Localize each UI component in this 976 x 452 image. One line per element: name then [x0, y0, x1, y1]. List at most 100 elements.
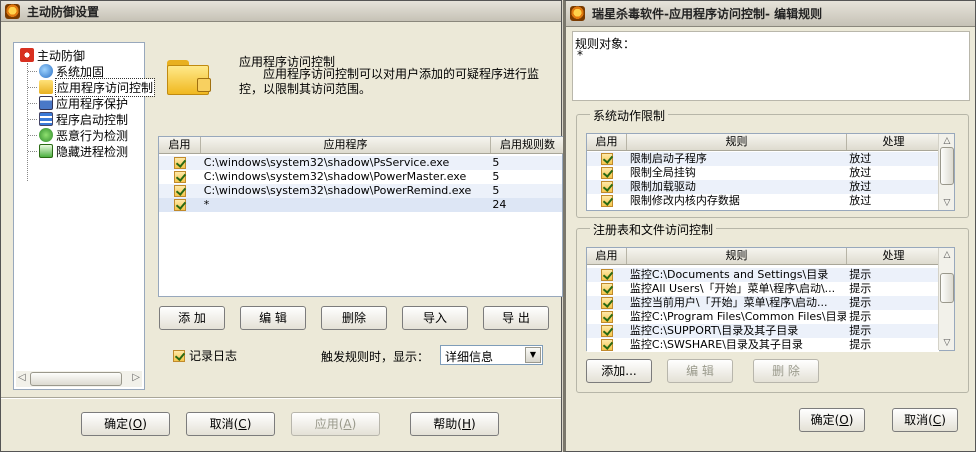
tree-item-startup-control[interactable]: 程序启动控制	[28, 111, 128, 127]
checkbox-checked-icon[interactable]	[600, 283, 613, 295]
add-button[interactable]: 添 加	[159, 306, 225, 330]
scroll-up-arrow-icon[interactable]: △	[939, 135, 955, 147]
system-table-scrollbar[interactable]: △ ▽	[938, 134, 954, 210]
enable-cell[interactable]	[587, 338, 627, 352]
enable-cell[interactable]	[587, 152, 627, 166]
column-header-action[interactable]: 处理	[847, 134, 940, 150]
table-row[interactable]: C:\windows\system32\shadow\PowerRemind.e…	[159, 184, 562, 198]
tree-root[interactable]: 主动防御	[20, 47, 85, 63]
column-header-rule[interactable]: 规则	[627, 248, 847, 264]
tree-item-app-access-control[interactable]: 应用程序访问控制	[28, 77, 156, 97]
title-bar: 主动防御设置	[1, 1, 561, 22]
settings-tree[interactable]: 主动防御 系统加固 应用程序访问控制 应用程序保护 程序启动控制 恶意行为检测	[13, 42, 156, 390]
column-header-application[interactable]: 应用程序	[201, 137, 491, 153]
table-row[interactable]: 限制修改内核内存数据 放过	[587, 194, 939, 208]
rule-object-box[interactable]: 规则对象： *	[572, 31, 970, 101]
tree-hscrollbar[interactable]: ◁ ▷	[16, 371, 142, 387]
rising-logo-icon	[570, 6, 585, 21]
checkbox-checked-icon[interactable]	[600, 311, 613, 323]
checkbox-checked-icon[interactable]	[600, 167, 613, 179]
scroll-right-arrow-icon[interactable]: ▷	[132, 372, 140, 383]
enable-cell[interactable]	[587, 282, 627, 296]
export-button[interactable]: 导 出	[483, 306, 549, 330]
value-cell: 提示	[849, 296, 872, 309]
enable-cell[interactable]	[587, 268, 627, 282]
trigger-label: 触发规则时，显示：	[321, 350, 430, 364]
tree-branch	[28, 150, 37, 152]
table-row[interactable]: 监控C:\SUPPORT\目录及其子目录 提示	[587, 324, 939, 338]
column-header-rule-count[interactable]: 启用规则数	[491, 137, 564, 153]
checkbox-checked-icon[interactable]	[173, 185, 186, 197]
table-row[interactable]: 限制加载驱动 放过	[587, 180, 939, 194]
log-checkbox-label: 记录日志	[189, 349, 238, 363]
checkbox-checked-icon[interactable]	[600, 153, 613, 165]
ok-button[interactable]: 确定(O)	[799, 408, 865, 432]
tree-item-hidden-process[interactable]: 隐藏进程检测	[28, 143, 128, 159]
enable-cell[interactable]	[587, 296, 627, 310]
scroll-thumb[interactable]	[940, 273, 954, 303]
enable-cell[interactable]	[587, 310, 627, 324]
tree-item-label: 应用程序保护	[56, 96, 129, 111]
table-row[interactable]: C:\windows\system32\shadow\PowerMaster.e…	[159, 170, 562, 184]
value-cell: 24	[492, 198, 507, 211]
application-table[interactable]: 启用 应用程序 启用规则数 C:\windows\system32\shadow…	[158, 136, 564, 297]
checkbox-checked-icon[interactable]	[173, 157, 186, 169]
column-header-action[interactable]: 处理	[847, 248, 940, 264]
rule-object-value[interactable]: *	[577, 48, 583, 62]
checkbox-checked-icon[interactable]	[173, 199, 186, 211]
table-row[interactable]: * 24	[159, 198, 562, 212]
import-button[interactable]: 导入	[402, 306, 468, 330]
checkbox-checked-icon[interactable]	[173, 171, 186, 183]
system-action-table[interactable]: 启用 规则 处理 限制启动子程序 放过 限制全局挂钩 放过 限制加载驱动 放过 限制修改内核…	[586, 133, 955, 211]
delete-button[interactable]: 删除	[321, 306, 387, 330]
log-checkbox[interactable]: 记录日志	[173, 347, 237, 364]
enable-cell[interactable]	[587, 324, 627, 338]
cancel-button[interactable]: 取消(C)	[186, 412, 275, 436]
cancel-button[interactable]: 取消(C)	[892, 408, 958, 432]
enable-cell[interactable]	[587, 194, 627, 208]
checkbox-checked-icon[interactable]	[600, 181, 613, 193]
display-mode-select[interactable]: 详细信息 ▼	[440, 345, 543, 365]
checkbox-checked-icon[interactable]	[600, 297, 613, 309]
scroll-left-arrow-icon[interactable]: ◁	[18, 372, 26, 383]
enable-cell[interactable]	[159, 198, 201, 212]
table-row[interactable]: 限制启动子程序 放过	[587, 152, 939, 166]
enable-cell[interactable]	[159, 156, 201, 170]
table-row[interactable]: 监控C:\Documents and Settings\目录 提示	[587, 268, 939, 282]
cancel-hotkey: C	[238, 417, 247, 431]
enable-cell[interactable]	[587, 180, 627, 194]
checkbox-checked-icon[interactable]	[600, 269, 613, 281]
ok-button[interactable]: 确定(O)	[81, 412, 170, 436]
table-row[interactable]: 监控All Users\「开始」菜单\程序\启动\... 提示	[587, 282, 939, 296]
scroll-down-arrow-icon[interactable]: ▽	[939, 337, 955, 349]
column-header-rule[interactable]: 规则	[627, 134, 847, 150]
tree-item-app-protection[interactable]: 应用程序保护	[28, 95, 128, 111]
chevron-down-icon[interactable]: ▼	[525, 347, 541, 363]
column-header-enable[interactable]: 启用	[159, 137, 201, 153]
table-row[interactable]: 限制全局挂钩 放过	[587, 166, 939, 180]
table-row[interactable]: C:\windows\system32\shadow\PsService.exe…	[159, 156, 562, 170]
scroll-up-arrow-icon[interactable]: △	[939, 249, 955, 261]
tree-item-system-hardening[interactable]: 系统加固	[28, 63, 104, 79]
registry-file-table[interactable]: 启用 规则 处理 监控C:\Documents and Settings\目录提…	[586, 247, 955, 352]
table-row[interactable]: 监控C:\Program Files\Common Files\目录 提示	[587, 310, 939, 324]
column-header-enable[interactable]: 启用	[587, 248, 627, 264]
enable-cell[interactable]	[159, 170, 201, 184]
add-rule-button[interactable]: 添加...	[586, 359, 652, 383]
table-row[interactable]: 监控C:\SWSHARE\目录及其子目录 提示	[587, 338, 939, 352]
edit-button[interactable]: 编 辑	[240, 306, 306, 330]
table-row[interactable]: 监控当前用户\「开始」菜单\程序\启动... 提示	[587, 296, 939, 310]
registry-table-scrollbar[interactable]: △ ▽	[938, 248, 954, 350]
tree-item-malicious-behavior[interactable]: 恶意行为检测	[28, 127, 128, 143]
enable-cell[interactable]	[587, 166, 627, 180]
scroll-down-arrow-icon[interactable]: ▽	[939, 197, 955, 209]
scroll-thumb[interactable]	[940, 147, 954, 185]
checkbox-checked-icon[interactable]	[600, 339, 613, 351]
help-button[interactable]: 帮助(H)	[410, 412, 499, 436]
enable-cell[interactable]	[159, 184, 201, 198]
checkbox-checked-icon[interactable]	[173, 349, 185, 362]
column-header-enable[interactable]: 启用	[587, 134, 627, 150]
tree-hscroll-thumb[interactable]	[30, 372, 122, 386]
checkbox-checked-icon[interactable]	[600, 325, 613, 337]
checkbox-checked-icon[interactable]	[600, 195, 613, 207]
